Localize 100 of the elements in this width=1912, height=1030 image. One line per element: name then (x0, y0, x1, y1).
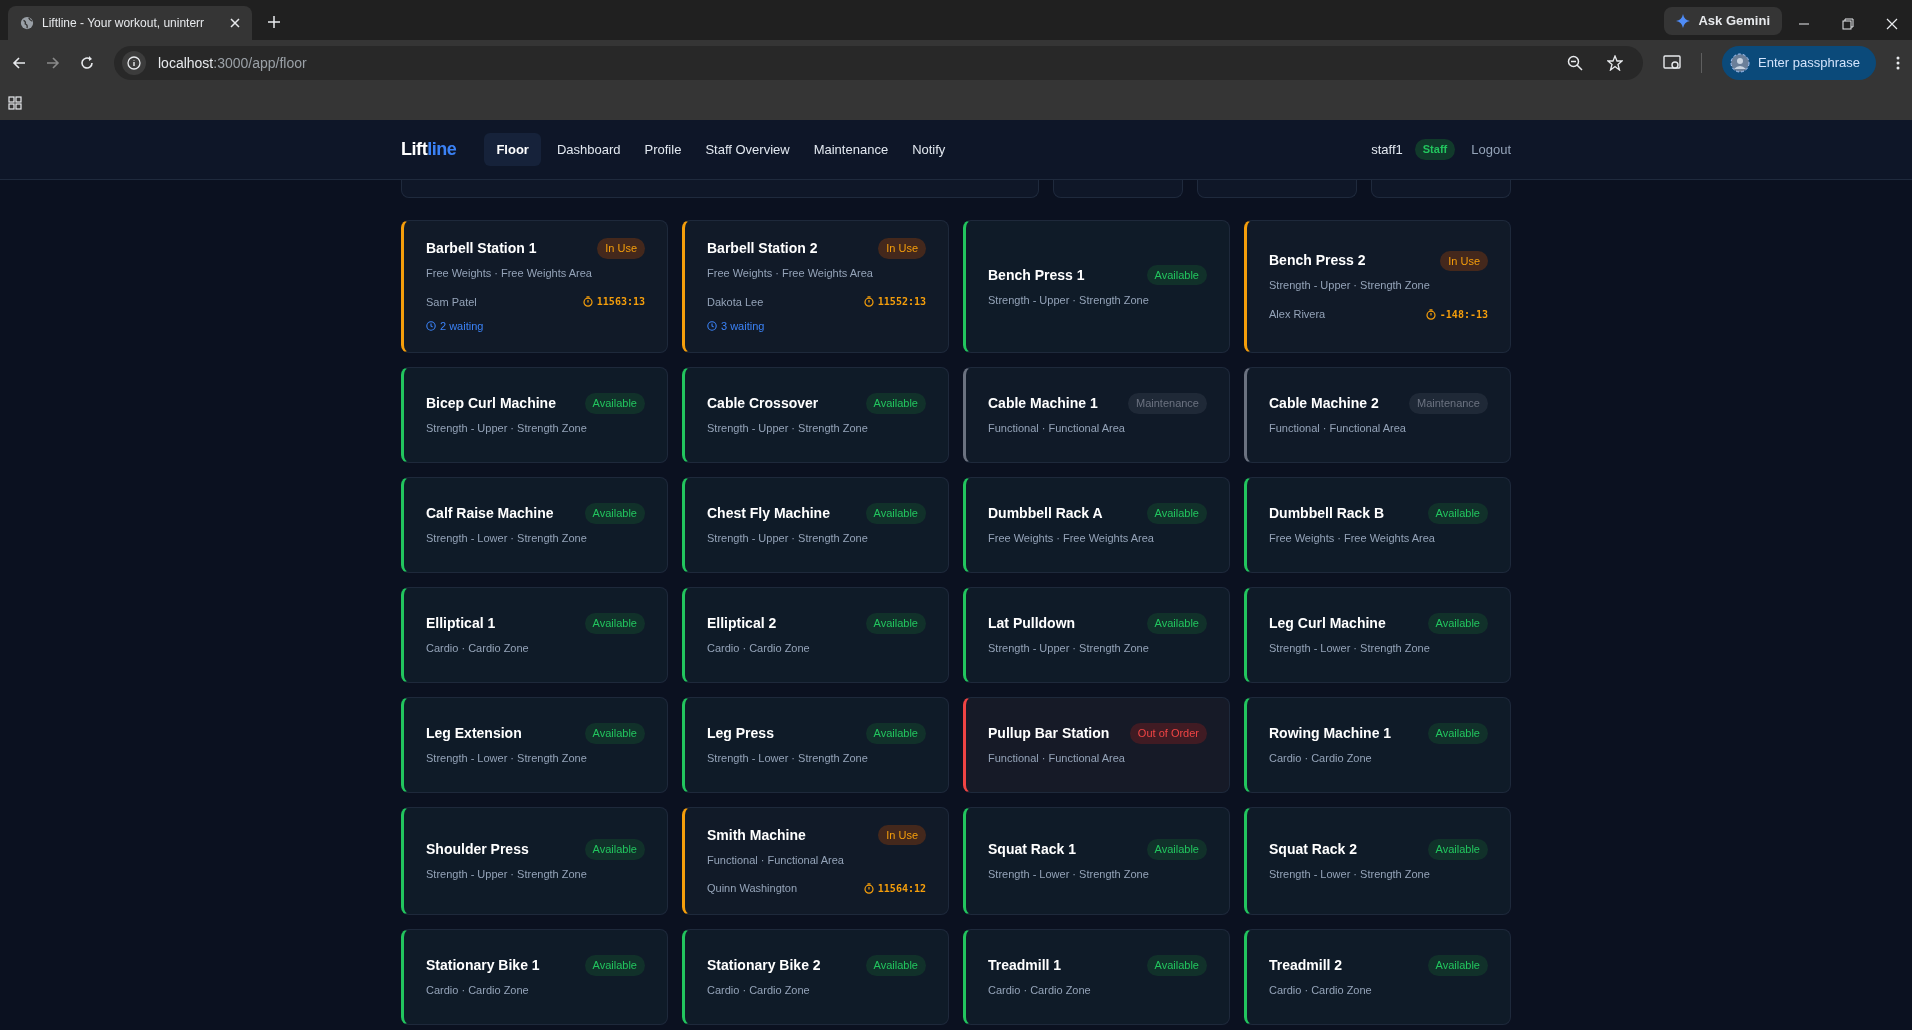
close-icon[interactable] (1886, 18, 1898, 30)
session-timer: 11552:13 (877, 295, 926, 310)
equipment-category: Free Weights · Free Weights Area (707, 266, 874, 281)
equipment-card[interactable]: Treadmill 1 Available Cardio · Cardio Zone (963, 928, 1230, 1025)
menu-icon[interactable] (1896, 56, 1900, 70)
username: staff1 (1371, 140, 1403, 159)
address-bar[interactable]: localhost:3000/app/floor (114, 46, 1644, 80)
equipment-card[interactable]: Pullup Bar Station Out of Order Functional · Functional Area (963, 696, 1230, 793)
equipment-category: Cardio · Cardio Zone (1269, 982, 1373, 998)
session-timer: 11563:13 (596, 295, 645, 310)
equipment-card[interactable]: Shoulder Press Available Strength - Upper · Strength Zone (401, 806, 668, 915)
equipment-category: Free Weights · Free Weights Area (426, 266, 593, 281)
equipment-card[interactable]: Bench Press 2 In Use Strength - Upper · Strength Zone Alex Rivera -148:-13 (1244, 220, 1511, 353)
equipment-card[interactable]: Rowing Machine 1 Available Cardio · Cardio Zone (1244, 696, 1511, 793)
status-badge: Out of Order (1129, 723, 1207, 744)
equipment-category: Strength - Lower · Strength Zone (1269, 866, 1431, 882)
url-text: localhost:3000/app/floor (158, 53, 308, 73)
reload-icon[interactable] (80, 56, 94, 70)
status-badge: In Use (878, 824, 926, 846)
info-icon[interactable] (122, 51, 146, 75)
nav-link[interactable]: Staff Overview (697, 132, 798, 167)
equipment-card[interactable]: Elliptical 1 Available Cardio · Cardio Zone (401, 586, 668, 683)
status-badge: Available (1427, 723, 1488, 744)
equipment-name: Dumbbell Rack B (1269, 503, 1385, 523)
equipment-name: Elliptical 2 (707, 613, 777, 633)
equipment-name: Rowing Machine 1 (1269, 723, 1392, 743)
nav-link[interactable]: Dashboard (548, 132, 629, 167)
equipment-card[interactable]: Bench Press 1 Available Strength - Upper · Strength Zone (963, 220, 1230, 353)
back-icon[interactable] (12, 56, 26, 70)
equipment-name: Squat Rack 1 (988, 839, 1076, 859)
equipment-category: Strength - Lower · Strength Zone (988, 866, 1150, 882)
status-badge: Available (584, 955, 645, 976)
equipment-card[interactable]: Stationary Bike 1 Available Cardio · Cardio Zone (401, 928, 668, 1025)
equipment-card[interactable]: Lat Pulldown Available Strength - Upper · Strength Zone (963, 586, 1230, 683)
zoom-icon[interactable] (1567, 55, 1584, 71)
equipment-category: Functional · Functional Area (988, 750, 1126, 766)
equipment-card[interactable]: Dumbbell Rack B Available Free Weights · Free Weights Area (1244, 476, 1511, 573)
equipment-category: Strength - Lower · Strength Zone (426, 750, 588, 766)
stopwatch-icon (1425, 308, 1436, 320)
sparkle-icon (1676, 14, 1691, 28)
equipment-category: Strength - Upper · Strength Zone (707, 420, 869, 436)
star-icon[interactable] (1607, 55, 1624, 71)
equipment-card[interactable]: Leg Curl Machine Available Strength - Lower · Strength Zone (1244, 586, 1511, 683)
equipment-card[interactable]: Cable Machine 1 Maintenance Functional · Functional Area (963, 366, 1230, 463)
equipment-category: Strength - Upper · Strength Zone (1269, 278, 1431, 294)
equipment-name: Barbell Station 1 (426, 239, 537, 258)
equipment-card[interactable]: Leg Press Available Strength - Lower · Strength Zone (682, 696, 949, 793)
equipment-category: Strength - Lower · Strength Zone (1269, 640, 1431, 656)
logo[interactable]: Liftline (401, 136, 457, 163)
close-icon[interactable] (230, 18, 240, 28)
forward-icon[interactable] (46, 56, 60, 70)
restore-icon[interactable] (1842, 18, 1854, 30)
search-field[interactable] (401, 180, 1039, 198)
equipment-card[interactable]: Cable Machine 2 Maintenance Functional · Functional Area (1244, 366, 1511, 463)
status-badge: Available (1146, 503, 1207, 524)
equipment-card[interactable]: Chest Fly Machine Available Strength - Upper · Strength Zone (682, 476, 949, 573)
nav-link[interactable]: Floor (484, 132, 541, 167)
equipment-category: Cardio · Cardio Zone (988, 982, 1092, 998)
status-badge: Maintenance (1128, 393, 1207, 414)
stopwatch-icon (863, 882, 874, 894)
equipment-name: Bench Press 1 (988, 265, 1085, 285)
equipment-card[interactable]: Squat Rack 1 Available Strength - Lower · Strength Zone (963, 806, 1230, 915)
apps-icon[interactable] (8, 96, 22, 110)
role-badge: Staff (1414, 139, 1456, 160)
equipment-card[interactable]: Elliptical 2 Available Cardio · Cardio Zone (682, 586, 949, 683)
logout-link[interactable]: Logout (1471, 139, 1511, 160)
browser-tab[interactable]: Liftline - Your workout, uninterr (8, 6, 252, 40)
ask-gemini-button[interactable]: Ask Gemini (1664, 7, 1782, 35)
globe-icon (20, 16, 34, 30)
equipment-category: Strength - Upper · Strength Zone (988, 640, 1150, 656)
tab-search-icon[interactable] (1663, 55, 1682, 71)
equipment-card[interactable]: Leg Extension Available Strength - Lower · Strength Zone (401, 696, 668, 793)
equipment-card[interactable]: Smith Machine In Use Functional · Functional Area Quinn Washington 11564:12 (682, 806, 949, 915)
equipment-category: Free Weights · Free Weights Area (1269, 530, 1436, 546)
equipment-card[interactable]: Barbell Station 1 In Use Free Weights · Free Weights Area Sam Patel 11563:13 2 waiting (401, 220, 668, 353)
equipment-card[interactable]: Barbell Station 2 In Use Free Weights · Free Weights Area Dakota Lee 11552:13 3 waiting (682, 220, 949, 353)
equipment-card[interactable]: Bicep Curl Machine Available Strength - Upper · Strength Zone (401, 366, 668, 463)
stopwatch-icon (582, 296, 593, 308)
profile-button[interactable]: Enter passphrase (1722, 46, 1876, 80)
session-timer: 11564:12 (877, 881, 926, 896)
status-badge: Available (1146, 839, 1207, 860)
equipment-card[interactable]: Cable Crossover Available Strength - Upper · Strength Zone (682, 366, 949, 463)
nav-link[interactable]: Notify (904, 132, 954, 167)
queue-count: 2 waiting (440, 319, 484, 334)
equipment-name: Smith Machine (707, 825, 806, 845)
equipment-card[interactable]: Squat Rack 2 Available Strength - Lower · Strength Zone (1244, 806, 1511, 915)
equipment-card[interactable]: Dumbbell Rack A Available Free Weights · Free Weights Area (963, 476, 1230, 573)
equipment-category: Strength - Upper · Strength Zone (426, 420, 588, 436)
equipment-name: Elliptical 1 (426, 613, 496, 633)
equipment-card[interactable]: Treadmill 2 Available Cardio · Cardio Zone (1244, 928, 1511, 1025)
nav-link[interactable]: Maintenance (805, 132, 897, 167)
nav-link[interactable]: Profile (636, 132, 690, 167)
status-badge: Available (1146, 264, 1207, 286)
user-name: Quinn Washington (707, 881, 798, 896)
stopwatch-icon (863, 296, 874, 308)
equipment-card[interactable]: Calf Raise Machine Available Strength - Lower · Strength Zone (401, 476, 668, 573)
equipment-card[interactable]: Stationary Bike 2 Available Cardio · Cardio Zone (682, 928, 949, 1025)
status-badge: Available (1146, 613, 1207, 634)
equipment-name: Dumbbell Rack A (988, 503, 1103, 523)
new-tab-icon[interactable] (268, 16, 280, 28)
